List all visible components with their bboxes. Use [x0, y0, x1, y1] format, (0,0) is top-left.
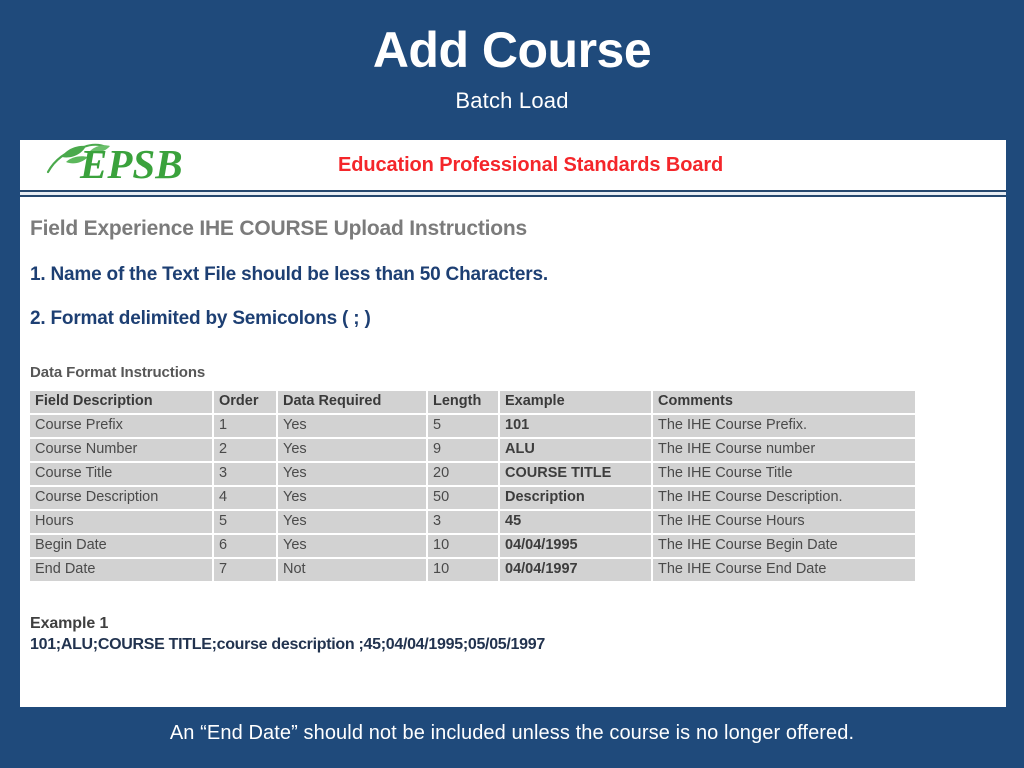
table-row: Begin Date 6 Yes 10 04/04/1995 The IHE C… — [30, 535, 915, 557]
table-header-row: Field Description Order Data Required Le… — [30, 391, 915, 413]
cell-example: 101 — [500, 415, 651, 437]
column-header-comments: Comments — [653, 391, 915, 413]
cell-field: Course Number — [30, 439, 212, 461]
cell-length: 9 — [428, 439, 498, 461]
cell-length: 20 — [428, 463, 498, 485]
cell-comment: The IHE Course Hours — [653, 511, 915, 533]
document-panel: EPSB Education Professional Standards Bo… — [17, 140, 1006, 707]
cell-order: 3 — [214, 463, 276, 485]
cell-order: 5 — [214, 511, 276, 533]
cell-length: 50 — [428, 487, 498, 509]
column-header-data-required: Data Required — [278, 391, 426, 413]
cell-required: Yes — [278, 511, 426, 533]
cell-comment: The IHE Course Description. — [653, 487, 915, 509]
cell-example: ALU — [500, 439, 651, 461]
cell-order: 6 — [214, 535, 276, 557]
cell-required: Yes — [278, 439, 426, 461]
cell-example: 04/04/1995 — [500, 535, 651, 557]
column-header-order: Order — [214, 391, 276, 413]
cell-field: Course Description — [30, 487, 212, 509]
cell-example: 45 — [500, 511, 651, 533]
organization-title: Education Professional Standards Board — [338, 154, 724, 176]
example-data-line: 101;ALU;COURSE TITLE;course description … — [30, 636, 545, 653]
cell-required: Yes — [278, 463, 426, 485]
document-logo-bar: EPSB Education Professional Standards Bo… — [20, 140, 1006, 190]
cell-required: Yes — [278, 415, 426, 437]
cell-example: Description — [500, 487, 651, 509]
cell-field: Begin Date — [30, 535, 212, 557]
footer-note: An “End Date” should not be included unl… — [169, 722, 855, 744]
table-row: Course Number 2 Yes 9 ALU The IHE Course… — [30, 439, 915, 461]
table-row: End Date 7 Not 10 04/04/1997 The IHE Cou… — [30, 559, 915, 581]
cell-field: Course Prefix — [30, 415, 212, 437]
cell-comment: The IHE Course Title — [653, 463, 915, 485]
slide-header: Add Course Batch Load — [0, 0, 1024, 114]
cell-example: 04/04/1997 — [500, 559, 651, 581]
column-header-length: Length — [428, 391, 498, 413]
cell-length: 3 — [428, 511, 498, 533]
cell-required: Not — [278, 559, 426, 581]
table-row: Course Prefix 1 Yes 5 101 The IHE Course… — [30, 415, 915, 437]
epsb-wordmark: EPSB — [80, 141, 183, 187]
document-body: Field Experience IHE COURSE Upload Instr… — [20, 197, 1006, 654]
cell-comment: The IHE Course number — [653, 439, 915, 461]
cell-order: 4 — [214, 487, 276, 509]
cell-field: Hours — [30, 511, 212, 533]
cell-field: Course Title — [30, 463, 212, 485]
epsb-logo: EPSB — [38, 140, 248, 189]
cell-comment: The IHE Course End Date — [653, 559, 915, 581]
cell-field: End Date — [30, 559, 212, 581]
header-divider — [20, 190, 1006, 197]
page-title: Add Course — [372, 22, 652, 78]
cell-required: Yes — [278, 535, 426, 557]
cell-example: COURSE TITLE — [500, 463, 651, 485]
table-row: Course Description 4 Yes 50 Description … — [30, 487, 915, 509]
cell-comment: The IHE Course Prefix. — [653, 415, 915, 437]
cell-length: 10 — [428, 535, 498, 557]
column-header-example: Example — [500, 391, 651, 413]
cell-length: 10 — [428, 559, 498, 581]
cell-comment: The IHE Course Begin Date — [653, 535, 915, 557]
cell-order: 2 — [214, 439, 276, 461]
example-block: Example 1 101;ALU;COURSE TITLE;course de… — [30, 615, 1006, 654]
example-label: Example 1 — [30, 615, 109, 632]
cell-order: 7 — [214, 559, 276, 581]
data-format-table: Field Description Order Data Required Le… — [28, 389, 917, 583]
cell-length: 5 — [428, 415, 498, 437]
instructions-heading: Field Experience IHE COURSE Upload Instr… — [30, 217, 528, 240]
table-caption: Data Format Instructions — [30, 364, 206, 381]
page-subtitle: Batch Load — [455, 88, 569, 113]
cell-order: 1 — [214, 415, 276, 437]
cell-required: Yes — [278, 487, 426, 509]
table-row: Course Title 3 Yes 20 COURSE TITLE The I… — [30, 463, 915, 485]
instruction-step-1: 1. Name of the Text File should be less … — [30, 264, 548, 285]
table-row: Hours 5 Yes 3 45 The IHE Course Hours — [30, 511, 915, 533]
instruction-step-2: 2. Format delimited by Semicolons ( ; ) — [30, 308, 371, 329]
column-header-field-description: Field Description — [30, 391, 212, 413]
